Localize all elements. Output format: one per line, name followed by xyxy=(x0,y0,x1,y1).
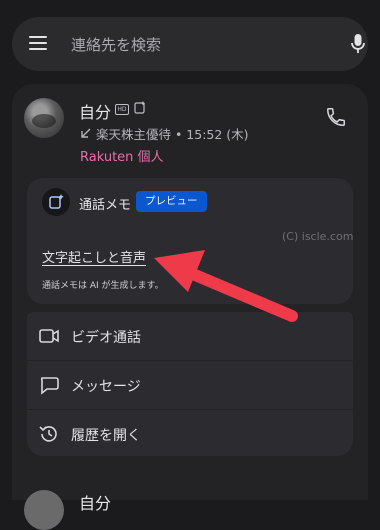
annotation-arrow xyxy=(154,250,298,322)
